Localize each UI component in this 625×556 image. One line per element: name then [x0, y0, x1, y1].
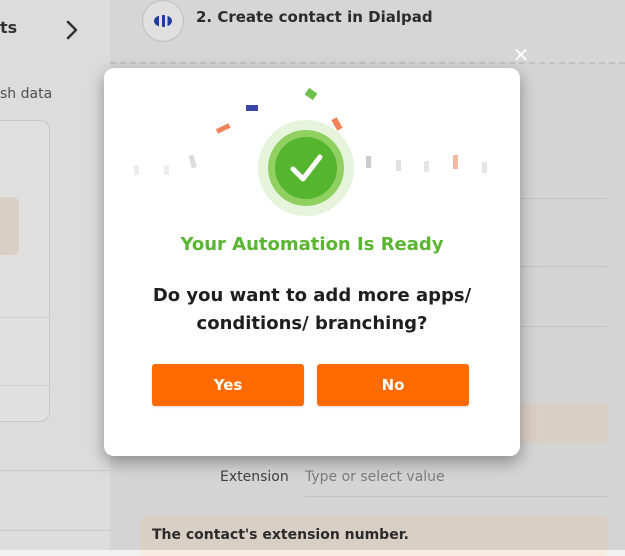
- yes-button[interactable]: Yes: [152, 364, 304, 406]
- modal-heading: Your Automation Is Ready: [180, 234, 444, 255]
- automation-ready-modal: Your Automation Is Ready Do you want to …: [104, 68, 520, 456]
- close-icon[interactable]: ×: [511, 44, 531, 64]
- modal-question: Do you want to add more apps/ conditions…: [152, 285, 472, 334]
- no-button[interactable]: No: [317, 364, 469, 406]
- checkmark-icon: [258, 120, 354, 216]
